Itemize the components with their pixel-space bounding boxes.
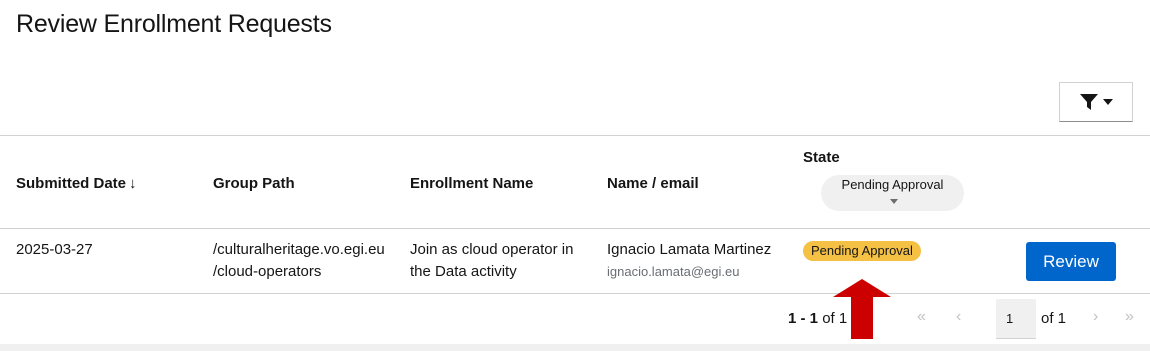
cell-submitted-date: 2025-03-27 [16,241,93,258]
first-page-icon[interactable]: « [917,308,926,326]
column-header-group-path: Group Path [213,175,295,192]
sort-down-arrow-icon: ↓ [129,175,137,192]
cell-enrollment-name-line2: the Data activity [410,263,517,280]
page-number-input[interactable] [996,299,1036,339]
cell-enrollment-name-line1: Join as cloud operator in [410,241,574,258]
page-title: Review Enrollment Requests [16,10,332,38]
caret-down-icon [890,199,898,204]
last-page-icon[interactable]: » [1125,308,1134,326]
page-bottom-bar [0,344,1150,351]
filter-icon [1079,94,1098,110]
state-filter-select[interactable]: Pending Approval [821,175,964,211]
caret-down-icon [1102,99,1113,105]
review-button[interactable]: Review [1026,242,1116,281]
previous-page-icon[interactable]: ‹ [956,308,961,326]
column-header-submitted-date[interactable]: Submitted Date ↓ [16,175,137,192]
annotation-arrow-icon [833,279,891,339]
pagination-pages-total: of 1 [1041,310,1067,327]
filter-toggle-button[interactable] [1059,82,1133,122]
pagination-range: 1 - 1 [788,310,819,327]
column-header-enrollment-name: Enrollment Name [410,175,534,192]
next-page-icon[interactable]: › [1093,308,1098,326]
cell-group-path-line1: /culturalheritage.vo.egi.eu [213,241,385,258]
table-top-divider [0,135,1150,136]
column-header-state: State [803,149,840,166]
header-divider [0,228,1150,229]
column-header-label: Submitted Date [16,175,127,192]
state-filter-value: Pending Approval [841,177,944,192]
column-header-name-email: Name / email [607,175,699,192]
status-badge: Pending Approval [803,241,921,261]
table-bottom-divider [0,293,1150,294]
cell-user-email: ignacio.lamata@egi.eu [607,264,740,279]
cell-group-path-line2: /cloud-operators [213,263,322,280]
cell-user-name: Ignacio Lamata Martinez [607,241,772,258]
